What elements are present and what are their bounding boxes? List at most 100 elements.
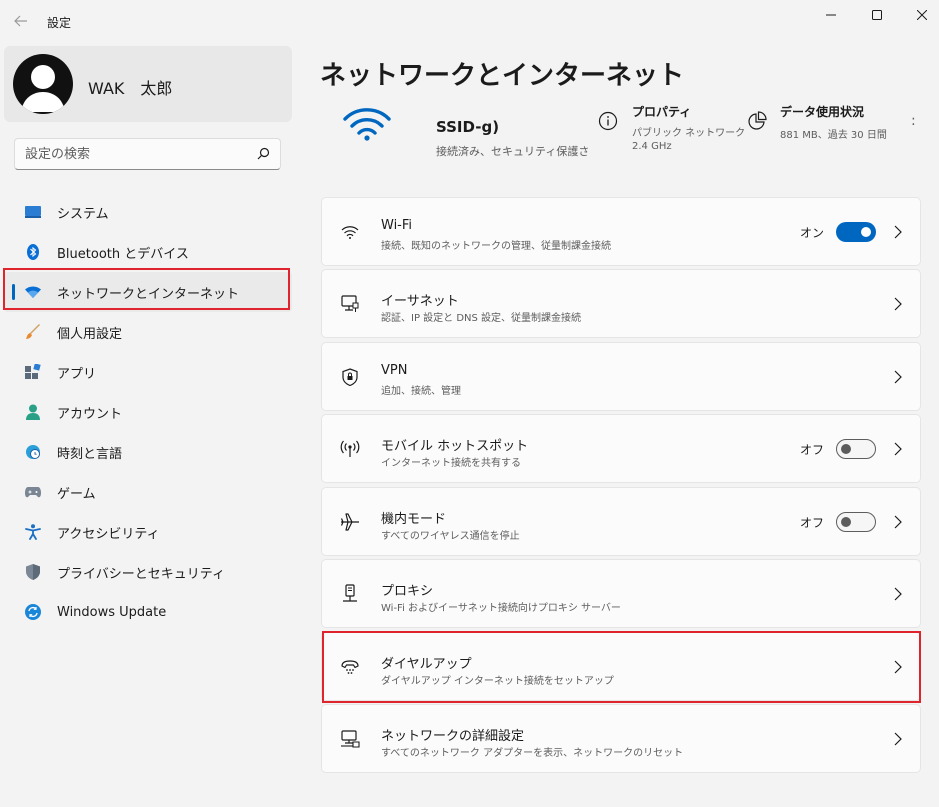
minimize-icon xyxy=(826,14,836,16)
card-title: VPN xyxy=(381,363,408,378)
chevron-right-icon xyxy=(894,370,902,384)
sidebar-item-time-language[interactable]: 時刻と言語 xyxy=(4,432,292,472)
airplane-mode-toggle[interactable] xyxy=(836,512,876,532)
back-button[interactable] xyxy=(10,10,32,32)
sidebar-item-label: プライバシーとセキュリティ xyxy=(57,566,225,582)
card-title: モバイル ホットスポット xyxy=(381,439,529,454)
sidebar-item-label: システム xyxy=(57,206,109,222)
chevron-right-icon xyxy=(894,297,902,311)
card-title: Wi-Fi xyxy=(381,218,413,233)
properties-band: 2.4 GHz xyxy=(632,141,672,152)
airplane-icon xyxy=(340,512,360,532)
sidebar-item-personalization[interactable]: 個人用設定 xyxy=(4,312,292,352)
ethernet-icon xyxy=(340,294,360,314)
card-subtitle: Wi-Fi およびイーサネット接続向けプロキシ サーバー xyxy=(381,603,621,614)
user-silhouette-icon xyxy=(21,65,65,112)
sidebar-item-privacy[interactable]: プライバシーとセキュリティ xyxy=(4,552,292,592)
chevron-right-icon xyxy=(894,660,902,674)
toggle-label: オフ xyxy=(799,516,824,530)
sidebar-item-label: アプリ xyxy=(57,366,97,382)
hotspot-icon xyxy=(340,439,360,459)
wifi-icon xyxy=(25,284,41,300)
card-title: ネットワークの詳細設定 xyxy=(381,729,525,744)
card-advanced-network-settings[interactable]: ネットワークの詳細設定 すべてのネットワーク アダプターを表示、ネットワークのリ… xyxy=(321,704,921,773)
card-subtitle: ダイヤルアップ インターネット接続をセットアップ xyxy=(381,676,614,687)
card-subtitle: 認証、IP 設定と DNS 設定、従量制課金接続 xyxy=(381,313,582,324)
account-icon xyxy=(25,404,41,420)
search-icon[interactable] xyxy=(255,146,271,162)
card-subtitle: 追加、接続、管理 xyxy=(381,386,461,397)
card-title: プロキシ xyxy=(381,584,434,599)
toggle-label: オン xyxy=(799,226,824,240)
card-wifi[interactable]: Wi-Fi 接続、既知のネットワークの管理、従量制課金接続 オン xyxy=(321,197,921,266)
sidebar-item-windows-update[interactable]: Windows Update xyxy=(4,592,292,632)
sidebar-item-apps[interactable]: アプリ xyxy=(4,352,292,392)
sidebar-item-system[interactable]: システム xyxy=(4,192,292,232)
network-status: 接続済み、セキュリティ保護さ xyxy=(436,145,590,158)
sidebar-item-label: 時刻と言語 xyxy=(57,446,123,462)
card-title: 機内モード xyxy=(381,512,447,527)
card-dial-up[interactable]: ダイヤルアップ ダイヤルアップ インターネット接続をセットアップ xyxy=(321,632,921,701)
apps-icon xyxy=(25,364,41,380)
sidebar-item-label: Bluetooth とデバイス xyxy=(57,246,189,262)
toggle-label: オフ xyxy=(799,443,824,457)
wifi-toggle[interactable] xyxy=(836,222,876,242)
shield-icon xyxy=(25,564,41,580)
chevron-right-icon xyxy=(894,732,902,746)
card-vpn[interactable]: VPN 追加、接続、管理 xyxy=(321,342,921,411)
update-icon xyxy=(25,604,41,620)
wifi-status-icon xyxy=(343,108,391,141)
info-icon[interactable] xyxy=(598,111,618,131)
user-name: WAK 太郎 xyxy=(88,79,173,98)
sidebar-item-gaming[interactable]: ゲーム xyxy=(4,472,292,512)
sidebar-item-network[interactable]: ネットワークとインターネット xyxy=(4,272,292,312)
gamepad-icon xyxy=(25,484,41,500)
vpn-shield-icon xyxy=(340,367,360,387)
card-title: イーサネット xyxy=(381,294,459,309)
hotspot-toggle[interactable] xyxy=(836,439,876,459)
sidebar-item-bluetooth[interactable]: Bluetooth とデバイス xyxy=(4,232,292,272)
card-proxy[interactable]: プロキシ Wi-Fi およびイーサネット接続向けプロキシ サーバー xyxy=(321,559,921,628)
minimize-button[interactable] xyxy=(816,4,846,26)
bluetooth-icon xyxy=(25,244,41,260)
sidebar-nav: システム Bluetooth とデバイス ネットワークとインターネット 個人用設… xyxy=(4,192,292,632)
user-profile-card[interactable]: WAK 太郎 xyxy=(4,46,292,122)
sidebar-item-label: 個人用設定 xyxy=(57,326,123,342)
sidebar-item-label: ゲーム xyxy=(57,486,96,502)
network-monitor-icon xyxy=(340,729,360,749)
chevron-right-icon xyxy=(894,225,902,239)
chevron-right-icon xyxy=(894,442,902,456)
more-indicator: : xyxy=(911,113,916,129)
card-subtitle: すべてのネットワーク アダプターを表示、ネットワークのリセット xyxy=(381,748,684,759)
maximize-button[interactable] xyxy=(862,4,892,26)
properties-network-type: パブリック ネットワーク xyxy=(632,128,746,139)
card-airplane-mode[interactable]: 機内モード すべてのワイヤレス通信を停止 オフ xyxy=(321,487,921,556)
proxy-icon xyxy=(340,584,360,604)
properties-link[interactable]: プロパティ xyxy=(632,103,691,120)
search-input[interactable] xyxy=(15,139,245,169)
back-arrow-icon xyxy=(14,15,27,27)
brush-icon xyxy=(25,324,41,340)
sidebar-item-accounts[interactable]: アカウント xyxy=(4,392,292,432)
card-title: ダイヤルアップ xyxy=(381,657,472,672)
card-subtitle: 接続、既知のネットワークの管理、従量制課金接続 xyxy=(381,241,611,252)
card-subtitle: インターネット接続を共有する xyxy=(381,458,521,469)
card-ethernet[interactable]: イーサネット 認証、IP 設定と DNS 設定、従量制課金接続 xyxy=(321,269,921,338)
sidebar-item-accessibility[interactable]: アクセシビリティ xyxy=(4,512,292,552)
dialup-icon xyxy=(340,657,360,677)
chevron-right-icon xyxy=(894,515,902,529)
data-usage-link[interactable]: データ使用状況 xyxy=(780,103,864,120)
page-title: ネットワークとインターネット xyxy=(320,61,685,91)
search-box[interactable] xyxy=(14,138,281,170)
sidebar-item-label: Windows Update xyxy=(57,604,167,620)
card-mobile-hotspot[interactable]: モバイル ホットスポット インターネット接続を共有する オフ xyxy=(321,414,921,483)
pie-chart-icon[interactable] xyxy=(747,111,767,131)
sidebar-item-label: アカウント xyxy=(57,406,123,422)
network-ssid: SSID-g) xyxy=(436,118,500,136)
maximize-icon xyxy=(872,10,882,20)
card-subtitle: すべてのワイヤレス通信を停止 xyxy=(381,531,520,542)
app-title: 設定 xyxy=(47,16,72,30)
sidebar-item-label: ネットワークとインターネット xyxy=(57,286,240,302)
close-button[interactable] xyxy=(907,4,937,26)
system-icon xyxy=(25,204,41,220)
